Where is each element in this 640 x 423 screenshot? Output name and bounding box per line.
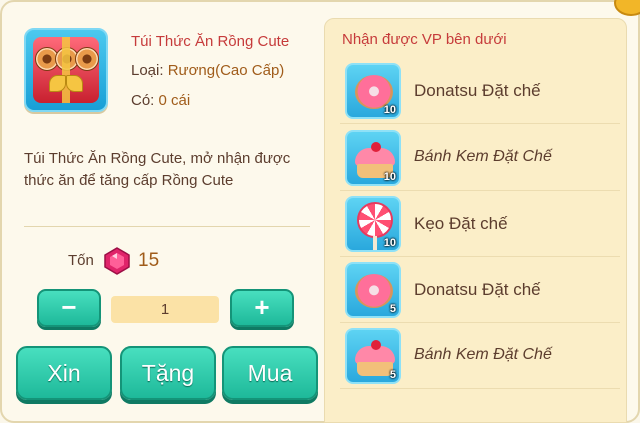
reward-title: Nhận được VP bên dưới (342, 31, 507, 48)
item-name: Túi Thức Ăn Rồng Cute (131, 33, 290, 50)
cost-value: 15 (138, 250, 160, 271)
lollipop-graphic (357, 202, 393, 238)
request-button[interactable]: Xin (16, 346, 112, 400)
reward-row: 5 Bánh Kem Đặt Chế (340, 323, 620, 389)
reward-qty: 5 (389, 303, 396, 315)
item-count-label: Có: (131, 92, 155, 109)
reward-row: 10 Donatsu Đặt chế (340, 58, 620, 124)
reward-row: 10 Kẹo Đặt chế (340, 191, 620, 257)
decrease-quantity-button[interactable]: − (37, 289, 101, 327)
item-type-value: Rương(Cao Cấp) (167, 62, 285, 79)
cost-label: Tốn (68, 252, 94, 269)
donut-icon: 5 (345, 262, 401, 318)
reward-qty: 10 (383, 171, 396, 183)
item-type: Loại: Rương(Cao Cấp) (131, 62, 284, 79)
cake-icon: 5 (345, 328, 401, 384)
buy-button[interactable]: Mua (222, 346, 318, 400)
lollipop-stick (373, 236, 377, 250)
donut-graphic (355, 274, 393, 308)
lollipop-icon: 10 (345, 196, 401, 252)
bow-icon (49, 75, 83, 97)
item-count: Có: 0 cái (131, 92, 190, 109)
item-count-value: 0 cái (158, 92, 191, 109)
donut-decor-icon (75, 47, 99, 71)
reward-qty: 10 (383, 104, 396, 116)
item-type-label: Loại: (131, 62, 164, 79)
gift-button[interactable]: Tặng (120, 346, 216, 400)
reward-row: 10 Bánh Kem Đặt Chế (340, 125, 620, 191)
item-description: Túi Thức Ăn Rồng Cute, mở nhận được thức… (24, 150, 291, 189)
reward-name: Donatsu Đặt chế (414, 280, 541, 299)
reward-name: Donatsu Đặt chế (414, 81, 541, 100)
treasure-box-icon (24, 28, 108, 112)
reward-qty: 10 (383, 237, 396, 249)
increase-quantity-button[interactable]: + (230, 289, 294, 327)
reward-name: Bánh Kem Đặt Chế (414, 346, 552, 363)
reward-name: Bánh Kem Đặt Chế (414, 148, 552, 165)
cake-icon: 10 (345, 130, 401, 186)
quantity-field[interactable]: 1 (111, 296, 219, 323)
divider (24, 226, 310, 227)
reward-qty: 5 (389, 369, 396, 381)
gem-icon (104, 247, 130, 275)
reward-row: 5 Donatsu Đặt chế (340, 257, 620, 323)
reward-name: Kẹo Đặt chế (414, 214, 508, 233)
treasure-box-art (33, 37, 99, 103)
donut-icon: 10 (345, 63, 401, 119)
